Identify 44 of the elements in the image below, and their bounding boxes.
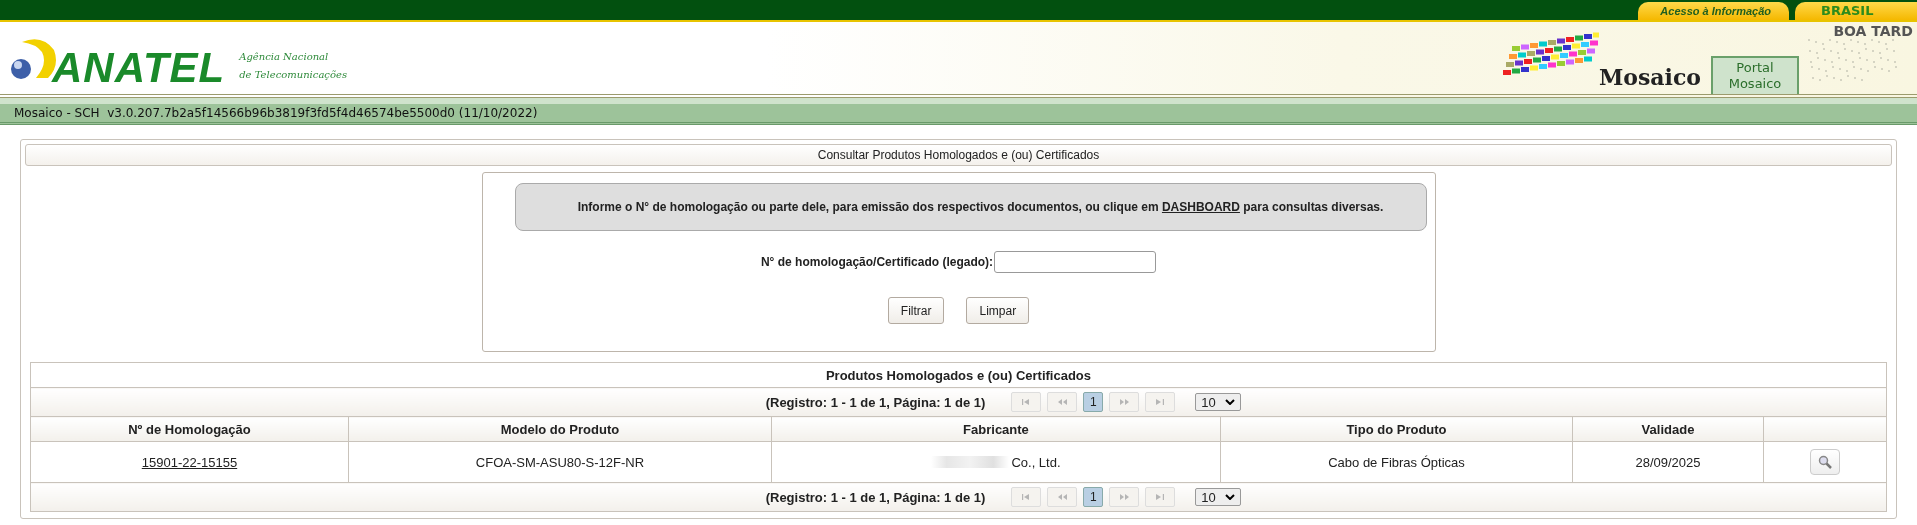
prev-page-icon: [1056, 398, 1068, 406]
table-cell: Co., Ltd.: [1011, 454, 1061, 470]
version-text: Mosaico - SCH v3.0.207.7b2a5f14566b96b3819f3fd5f4d46574be5500d0 (11/10/2022): [14, 106, 538, 120]
input-field[interactable]: [994, 251, 1157, 273]
column-header: Modelo do Produto: [348, 416, 772, 442]
next-page-icon: [1118, 398, 1130, 406]
agency-name: Agência Nacional: [239, 50, 330, 64]
last-page-icon: [1154, 493, 1166, 501]
table-cell: CFOA-SM-ASU80-S-12F-NR: [348, 441, 772, 483]
column-header: Fabricante: [771, 416, 1221, 442]
form-button[interactable]: Filtrar: [887, 297, 945, 324]
table-cell: Cabo de Fibras Ópticas: [1220, 441, 1573, 483]
first-page-icon: [1020, 398, 1032, 406]
dashboard-link[interactable]: DASHBOARD: [1161, 200, 1240, 214]
table-title: Produtos Homologados e (ou) Certificados: [30, 362, 1887, 388]
caret-icon: [1225, 494, 1236, 500]
pager-summary: (Registro: 1 - 1 de 1, Página: 1 de 1): [765, 394, 986, 410]
view-button[interactable]: [1810, 449, 1840, 475]
caret-icon: [1225, 399, 1236, 405]
page-button[interactable]: 1: [1083, 392, 1104, 412]
field-label: N° de homologação/Certificado (legado):: [760, 255, 994, 269]
next-page-icon: [1118, 493, 1130, 501]
notice-text: Informe o N° de homologação ou parte dele, para emissão dos respectivos documentos, ou clique em DASHBOARD para consultas diversas.: [576, 200, 1384, 214]
prev-page-icon: [1056, 493, 1068, 501]
pager-summary: (Registro: 1 - 1 de 1, Página: 1 de 1): [765, 489, 986, 505]
agency-name: de Telecomunicações: [239, 68, 348, 82]
homologation-link[interactable]: 15901-22-15155: [141, 454, 238, 470]
page-size-select[interactable]: 10: [1195, 393, 1242, 411]
form-button[interactable]: Limpar: [966, 297, 1030, 324]
column-header: Validade: [1572, 416, 1764, 442]
page-size-select[interactable]: 10: [1195, 488, 1242, 506]
first-page-icon: [1020, 493, 1032, 501]
access-link[interactable]: Acesso à Informação: [1638, 2, 1789, 20]
logo-text: ANATEL: [52, 48, 226, 88]
greeting-text: BOA TARD: [1833, 23, 1913, 39]
column-header: Tipo do Produto: [1220, 416, 1573, 442]
portal-tab[interactable]: Portal Mosaico: [1711, 56, 1799, 94]
search-icon: [1818, 455, 1832, 469]
app-name: Mosaico: [1598, 66, 1701, 88]
page-button[interactable]: 1: [1083, 487, 1104, 507]
page-title: Consultar Produtos Homologados e (ou) Certificados: [25, 144, 1892, 166]
table-cell: 28/09/2025: [1572, 441, 1764, 483]
column-header: Nº de Homologação: [30, 416, 349, 442]
last-page-icon: [1154, 398, 1166, 406]
